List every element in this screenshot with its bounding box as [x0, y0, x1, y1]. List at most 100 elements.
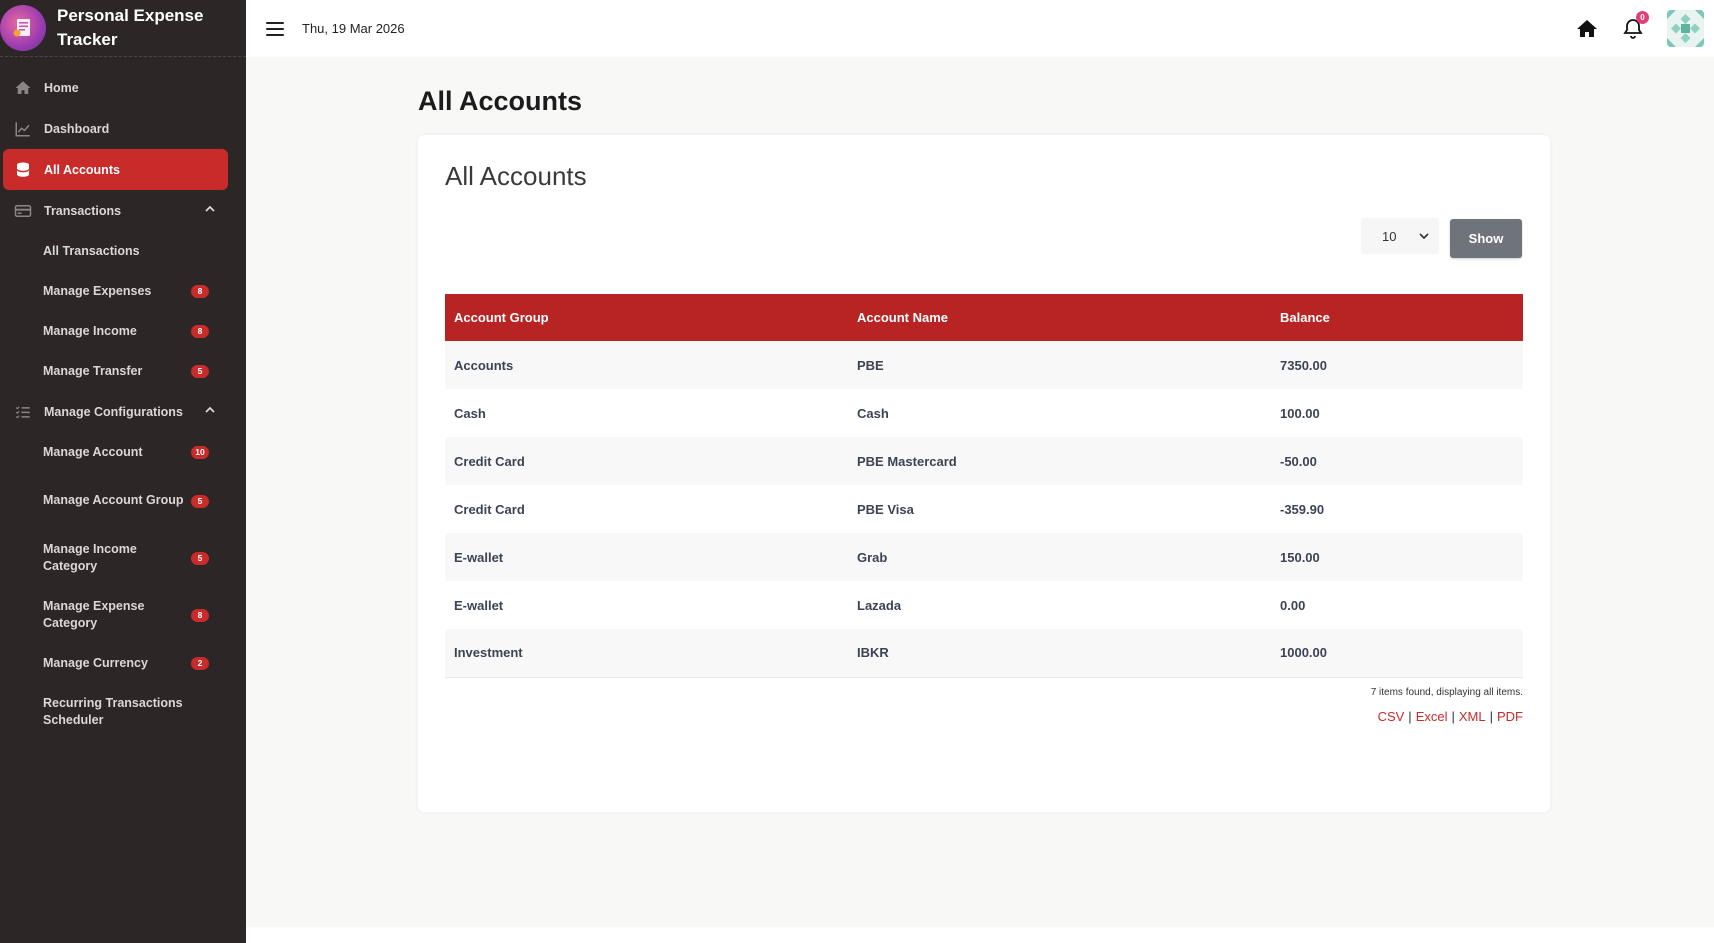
cell-balance: 100.00: [1271, 389, 1523, 437]
sidebar-item-manage-income[interactable]: Manage Income 8: [0, 311, 246, 351]
chevron-up-icon[interactable]: [204, 203, 216, 215]
chevron-down-icon: [1419, 233, 1429, 240]
cell-account-group: Credit Card: [445, 485, 848, 533]
sidebar-item-label: Recurring Transactions Scheduler: [43, 695, 183, 727]
bell-icon[interactable]: 0: [1621, 10, 1649, 41]
count-badge: 5: [191, 494, 209, 508]
export-links: CSV | Excel | XML | PDF: [1378, 709, 1523, 724]
cell-balance: -359.90: [1271, 485, 1523, 533]
home-icon: [14, 79, 32, 97]
chevron-up-icon[interactable]: [204, 404, 216, 416]
table-header-row: Account Group Account Name Balance: [445, 294, 1523, 341]
sidebar-item-label: Manage Currency: [43, 655, 148, 670]
sidebar-item-all-accounts[interactable]: All Accounts: [3, 149, 228, 190]
database-icon: [14, 161, 32, 179]
cell-account-name: IBKR: [848, 629, 1271, 678]
cell-account-group: Credit Card: [445, 437, 848, 485]
menu-toggle-icon[interactable]: [266, 21, 284, 36]
cell-account-name: PBE Visa: [848, 485, 1271, 533]
current-date: Thu, 19 Mar 2026: [302, 21, 405, 36]
table-row: Accounts PBE 7350.00: [445, 341, 1523, 389]
sidebar-item-manage-currency[interactable]: Manage Currency 2: [0, 643, 246, 683]
export-xml-link[interactable]: XML: [1459, 709, 1486, 724]
sidebar-item-label: Manage Expense Category: [43, 598, 145, 630]
cell-balance: 0.00: [1271, 581, 1523, 629]
sidebar-item-label: Manage Transfer: [43, 363, 143, 378]
page-title: All Accounts: [418, 86, 583, 116]
count-badge: 8: [191, 325, 209, 338]
cell-account-group: Cash: [445, 389, 848, 437]
column-header-account-name[interactable]: Account Name: [848, 294, 1271, 341]
table-row: E-wallet Lazada 0.00: [445, 581, 1523, 629]
sidebar-item-label: Transactions: [44, 203, 122, 218]
sidebar-item-label: All Accounts: [44, 162, 120, 177]
page-size-select[interactable]: 10: [1361, 218, 1439, 254]
sidebar-item-manage-transfer[interactable]: Manage Transfer 5: [0, 351, 246, 391]
sidebar-item-label: Dashboard: [44, 121, 110, 136]
separator: |: [1489, 709, 1493, 724]
export-excel-link[interactable]: Excel: [1416, 709, 1448, 724]
chart-line-icon: [14, 120, 32, 138]
app-logo-icon: [0, 5, 46, 51]
table-row: Cash Cash 100.00: [445, 389, 1523, 437]
table-row: Credit Card PBE Mastercard -50.00: [445, 437, 1523, 485]
column-header-balance[interactable]: Balance: [1271, 294, 1523, 341]
sidebar-item-all-transactions[interactable]: All Transactions: [0, 231, 246, 271]
cell-balance: -50.00: [1271, 437, 1523, 485]
column-header-account-group[interactable]: Account Group: [445, 294, 848, 341]
count-badge: 8: [191, 608, 209, 622]
cell-account-group: Accounts: [445, 341, 848, 389]
sidebar-item-label: Manage Account Group: [43, 493, 184, 507]
cell-balance: 7350.00: [1271, 341, 1523, 389]
sidebar-item-manage-income-category[interactable]: Manage Income Category 5: [0, 529, 246, 586]
sidebar-item-label: Manage Income Category: [43, 541, 137, 573]
sidebar-item-label: Manage Expenses: [43, 283, 152, 298]
export-csv-link[interactable]: CSV: [1378, 709, 1405, 724]
sidebar: Personal Expense Tracker Home Dashboard …: [0, 0, 246, 943]
separator: |: [1408, 709, 1412, 724]
sidebar-item-transactions[interactable]: Transactions: [0, 190, 246, 231]
cell-account-group: E-wallet: [445, 581, 848, 629]
table-summary: 7 items found, displaying all items.: [1370, 687, 1523, 698]
notification-count-badge: 0: [1636, 10, 1649, 24]
sidebar-item-label: All Transactions: [43, 243, 140, 258]
show-button[interactable]: Show: [1450, 219, 1522, 258]
credit-card-icon: [14, 202, 32, 220]
card-title: All Accounts: [445, 161, 587, 191]
cell-balance: 1000.00: [1271, 629, 1523, 678]
table-row: E-wallet Grab 150.00: [445, 533, 1523, 581]
sidebar-item-manage-configurations[interactable]: Manage Configurations: [0, 391, 246, 432]
count-badge: 2: [191, 657, 209, 670]
sidebar-nav: Home Dashboard All Accounts Transactions…: [0, 57, 246, 740]
sidebar-item-manage-expenses[interactable]: Manage Expenses 8: [0, 271, 246, 311]
cell-account-group: E-wallet: [445, 533, 848, 581]
sidebar-item-manage-account[interactable]: Manage Account 10: [0, 432, 246, 472]
sidebar-item-label: Manage Account: [43, 444, 143, 459]
sidebar-item-manage-expense-category[interactable]: Manage Expense Category 8: [0, 586, 246, 643]
cell-account-name: PBE Mastercard: [848, 437, 1271, 485]
cell-account-name: Grab: [848, 533, 1271, 581]
accounts-card: All Accounts 10 Show Account Group Accou…: [418, 135, 1550, 812]
sidebar-item-manage-account-group[interactable]: Manage Account Group 5: [0, 472, 246, 529]
page-size-value: 10: [1382, 228, 1397, 244]
home-icon[interactable]: [1575, 17, 1599, 41]
topbar-actions: 0: [1575, 10, 1704, 47]
sidebar-item-label: Manage Income: [43, 323, 137, 338]
count-badge: 5: [191, 365, 209, 378]
cell-account-name: Lazada: [848, 581, 1271, 629]
sidebar-item-recurring-transactions-scheduler[interactable]: Recurring Transactions Scheduler: [0, 683, 246, 740]
count-badge: 5: [191, 551, 209, 565]
sidebar-item-dashboard[interactable]: Dashboard: [0, 108, 246, 149]
topbar: Thu, 19 Mar 2026 0: [246, 0, 1714, 57]
cell-account-name: PBE: [848, 341, 1271, 389]
export-pdf-link[interactable]: PDF: [1497, 709, 1523, 724]
avatar[interactable]: [1667, 10, 1704, 47]
brand[interactable]: Personal Expense Tracker: [0, 0, 246, 57]
cell-account-group: Investment: [445, 629, 848, 678]
accounts-table: Account Group Account Name Balance Accou…: [445, 294, 1523, 678]
footer-strip: [246, 927, 1714, 943]
sidebar-item-label: Home: [44, 80, 79, 95]
sidebar-item-home[interactable]: Home: [0, 67, 246, 108]
sidebar-item-label: Manage Configurations: [44, 404, 183, 419]
count-badge: 10: [191, 446, 209, 459]
